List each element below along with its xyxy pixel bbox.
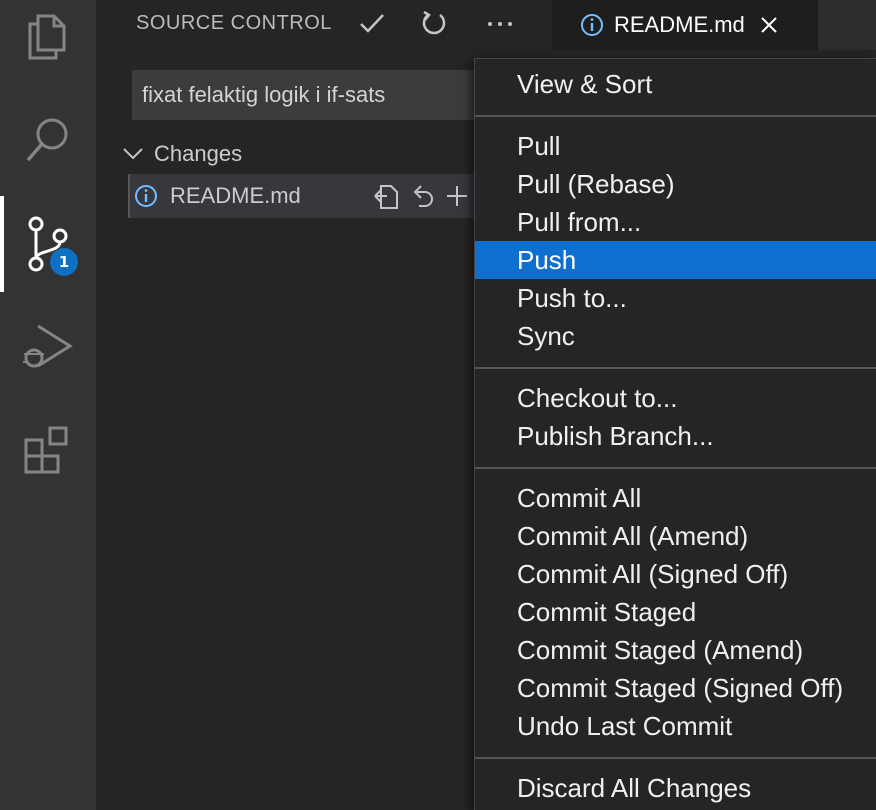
menu-item-push[interactable]: Push [475, 241, 876, 279]
close-icon [761, 17, 777, 33]
menu-item-discard-all-changes[interactable]: Discard All Changes [475, 769, 876, 807]
discard-changes-button[interactable] [408, 182, 438, 210]
tree-indent-guide [128, 174, 130, 218]
chevron-down-icon [123, 148, 143, 160]
search-icon [26, 118, 68, 162]
check-icon [360, 14, 384, 33]
menu-item-publish-branch[interactable]: Publish Branch... [475, 417, 876, 455]
stage-changes-button[interactable] [442, 182, 472, 210]
menu-item-commit-all-amend[interactable]: Commit All (Amend) [475, 517, 876, 555]
menu-item-checkout-to[interactable]: Checkout to... [475, 379, 876, 417]
tab-close-button[interactable] [759, 15, 779, 35]
search-button[interactable] [0, 92, 96, 188]
commit-button[interactable] [356, 8, 388, 40]
menu-item-sync[interactable]: Sync [475, 317, 876, 355]
menu-item-view-sort[interactable]: View & Sort [475, 65, 876, 103]
explorer-button[interactable] [0, 0, 96, 84]
editor-tab-readme[interactable]: README.md [552, 0, 818, 50]
open-file-icon [374, 185, 398, 209]
extensions-icon [24, 426, 68, 474]
menu-separator [475, 467, 876, 469]
menu-separator [475, 367, 876, 369]
menu-item-pull[interactable]: Pull [475, 127, 876, 165]
menu-item-commit-staged-amend[interactable]: Commit Staged (Amend) [475, 631, 876, 669]
info-icon [581, 14, 603, 36]
stage-icon [447, 186, 467, 206]
activity-bar: 1 [0, 0, 96, 810]
menu-item-commit-all-signed-off[interactable]: Commit All (Signed Off) [475, 555, 876, 593]
menu-item-commit-staged-signed-off[interactable]: Commit Staged (Signed Off) [475, 669, 876, 707]
menu-separator [475, 115, 876, 117]
menu-item-undo-last-commit[interactable]: Undo Last Commit [475, 707, 876, 745]
source-control-button[interactable] [0, 196, 96, 292]
extensions-button[interactable] [0, 402, 96, 498]
tab-label: README.md [614, 12, 745, 37]
files-icon [28, 14, 66, 60]
debug-icon [23, 324, 73, 368]
discard-icon [413, 185, 433, 207]
menu-item-commit-staged[interactable]: Commit Staged [475, 593, 876, 631]
changes-group-header[interactable]: Changes [122, 136, 242, 172]
tab-bar-filler [818, 0, 876, 50]
menu-item-push-to[interactable]: Push to... [475, 279, 876, 317]
menu-separator [475, 757, 876, 759]
run-debug-button[interactable] [0, 298, 96, 394]
menu-item-pull-from[interactable]: Pull from... [475, 203, 876, 241]
menu-item-commit-all[interactable]: Commit All [475, 479, 876, 517]
file-name: README.md [170, 183, 301, 208]
changes-count-badge: 1 [50, 248, 78, 276]
changes-label: Changes [154, 141, 243, 166]
refresh-button[interactable] [418, 8, 450, 40]
more-actions-button[interactable] [484, 8, 516, 40]
open-file-button[interactable] [372, 182, 402, 210]
ellipsis-icon [488, 22, 512, 26]
refresh-icon [422, 10, 446, 35]
view-title: SOURCE CONTROL [136, 12, 332, 34]
more-actions-menu: View & Sort Pull Pull (Rebase) Pull from… [474, 58, 876, 810]
info-icon [135, 185, 157, 207]
menu-item-pull-rebase[interactable]: Pull (Rebase) [475, 165, 876, 203]
